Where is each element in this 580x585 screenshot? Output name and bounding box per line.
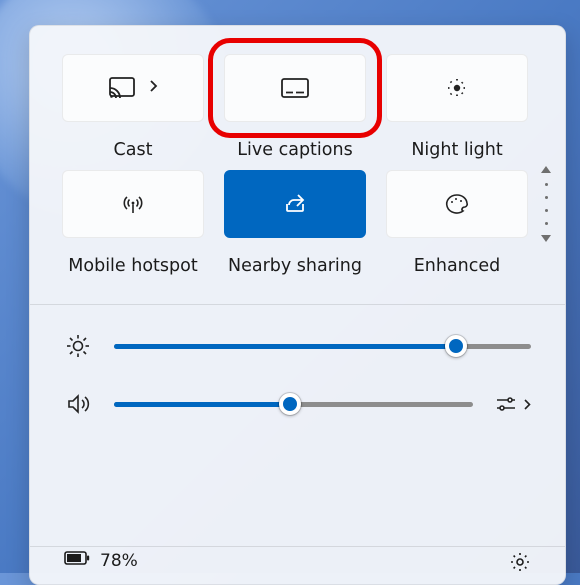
tile-scroll-indicator[interactable]	[541, 166, 551, 242]
enhanced-tile[interactable]	[386, 170, 528, 238]
scroll-up-icon	[541, 166, 551, 173]
brightness-icon	[64, 333, 92, 359]
share-icon	[283, 193, 307, 215]
sliders-section	[30, 305, 565, 459]
mixer-icon	[495, 395, 517, 413]
tile-wrap-cast: Cast	[62, 54, 204, 160]
hotspot-icon	[120, 193, 146, 215]
night-light-tile[interactable]	[386, 54, 528, 122]
battery-icon[interactable]	[64, 551, 90, 572]
captions-icon	[281, 78, 309, 98]
brightness-slider-row	[64, 333, 531, 359]
mobile-hotspot-label: Mobile hotspot	[68, 256, 197, 276]
scroll-down-icon	[541, 235, 551, 242]
nearby-sharing-tile[interactable]	[224, 170, 366, 238]
tile-wrap-nearby-sharing: Nearby sharing	[224, 170, 366, 276]
night-light-label: Night light	[411, 140, 502, 160]
palette-icon	[444, 193, 470, 215]
cast-icon	[109, 77, 135, 99]
brightness-slider[interactable]	[114, 344, 531, 349]
enhanced-label: Enhanced	[414, 256, 501, 276]
nearby-sharing-label: Nearby sharing	[228, 256, 362, 276]
tile-wrap-enhanced: Enhanced	[386, 170, 528, 276]
volume-slider[interactable]	[114, 402, 473, 407]
night-light-icon	[445, 76, 469, 100]
tile-wrap-mobile-hotspot: Mobile hotspot	[62, 170, 204, 276]
chevron-right-icon	[523, 398, 531, 411]
quick-settings-tiles: Cast Live captions	[30, 26, 565, 276]
tile-wrap-night-light: Night light	[386, 54, 528, 160]
battery-percent: 78%	[100, 551, 138, 571]
settings-icon[interactable]	[509, 551, 531, 578]
tile-wrap-live-captions: Live captions	[224, 54, 366, 160]
speaker-icon	[64, 393, 92, 415]
cast-tile[interactable]	[62, 54, 204, 122]
cast-label: Cast	[114, 140, 153, 160]
quick-settings-footer: 78%	[30, 546, 565, 584]
mobile-hotspot-tile[interactable]	[62, 170, 204, 238]
volume-slider-row	[64, 393, 531, 415]
quick-settings-panel: Cast Live captions	[29, 25, 566, 585]
audio-output-selector[interactable]	[495, 395, 531, 413]
live-captions-label: Live captions	[237, 140, 352, 160]
chevron-right-icon	[149, 79, 158, 97]
live-captions-tile[interactable]	[224, 54, 366, 122]
